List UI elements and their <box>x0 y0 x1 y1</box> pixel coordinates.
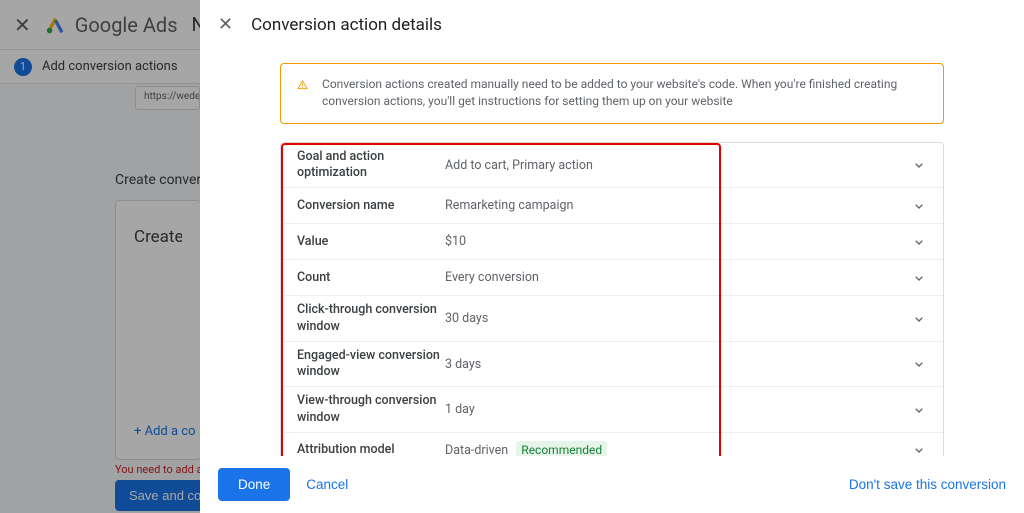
chevron-down-icon <box>911 356 927 372</box>
setting-label: Attribution model <box>297 442 445 456</box>
setting-label: Value <box>297 234 445 250</box>
setting-label: Goal and action optimization <box>297 149 445 182</box>
chevron-down-icon <box>911 198 927 214</box>
row-count[interactable]: Count Every conversion <box>281 260 943 296</box>
attribution-value-text: Data-driven <box>445 443 508 456</box>
row-attribution-model[interactable]: Attribution model Data-driven Recommende… <box>281 433 943 456</box>
setting-label: View-through conversion window <box>297 393 445 426</box>
chevron-down-icon <box>911 157 927 173</box>
setting-value: $10 <box>445 234 911 249</box>
alert-box: Conversion actions created manually need… <box>280 63 944 124</box>
setting-label: Conversion name <box>297 198 445 214</box>
modal-title: Conversion action details <box>251 15 442 35</box>
done-button[interactable]: Done <box>218 468 290 501</box>
modal-header: ✕ Conversion action details <box>200 0 1024 49</box>
setting-value: Remarketing campaign <box>445 198 911 213</box>
chevron-down-icon <box>911 234 927 250</box>
settings-panel: Goal and action optimization Add to cart… <box>280 142 944 456</box>
modal-body: Conversion actions created manually need… <box>200 49 1024 456</box>
row-engaged-view[interactable]: Engaged-view conversion window 3 days <box>281 342 943 388</box>
chevron-down-icon <box>911 311 927 327</box>
setting-label: Engaged-view conversion window <box>297 348 445 381</box>
chevron-down-icon <box>911 270 927 286</box>
chevron-down-icon <box>911 442 927 456</box>
dim-overlay <box>0 0 200 513</box>
setting-value: Every conversion <box>445 270 911 285</box>
row-value[interactable]: Value $10 <box>281 224 943 260</box>
alert-text: Conversion actions created manually need… <box>322 76 927 111</box>
modal-footer: Done Cancel Don't save this conversion <box>200 456 1024 513</box>
row-conversion-name[interactable]: Conversion name Remarketing campaign <box>281 188 943 224</box>
warning-icon <box>297 76 308 94</box>
row-view-through[interactable]: View-through conversion window 1 day <box>281 387 943 433</box>
setting-value: Data-driven Recommended <box>445 443 911 456</box>
row-goal-optimization[interactable]: Goal and action optimization Add to cart… <box>281 143 943 189</box>
setting-label: Click-through conversion window <box>297 302 445 335</box>
chevron-down-icon <box>911 402 927 418</box>
close-icon[interactable]: ✕ <box>218 14 233 35</box>
setting-value: 30 days <box>445 311 911 326</box>
dont-save-button[interactable]: Don't save this conversion <box>849 477 1006 492</box>
setting-value: 1 day <box>445 402 911 417</box>
setting-value: Add to cart, Primary action <box>445 158 911 173</box>
recommended-badge: Recommended <box>516 441 607 456</box>
setting-value: 3 days <box>445 357 911 372</box>
conversion-details-modal: ✕ Conversion action details Conversion a… <box>200 0 1024 513</box>
cancel-button[interactable]: Cancel <box>306 477 348 492</box>
setting-label: Count <box>297 270 445 286</box>
row-click-through[interactable]: Click-through conversion window 30 days <box>281 296 943 342</box>
